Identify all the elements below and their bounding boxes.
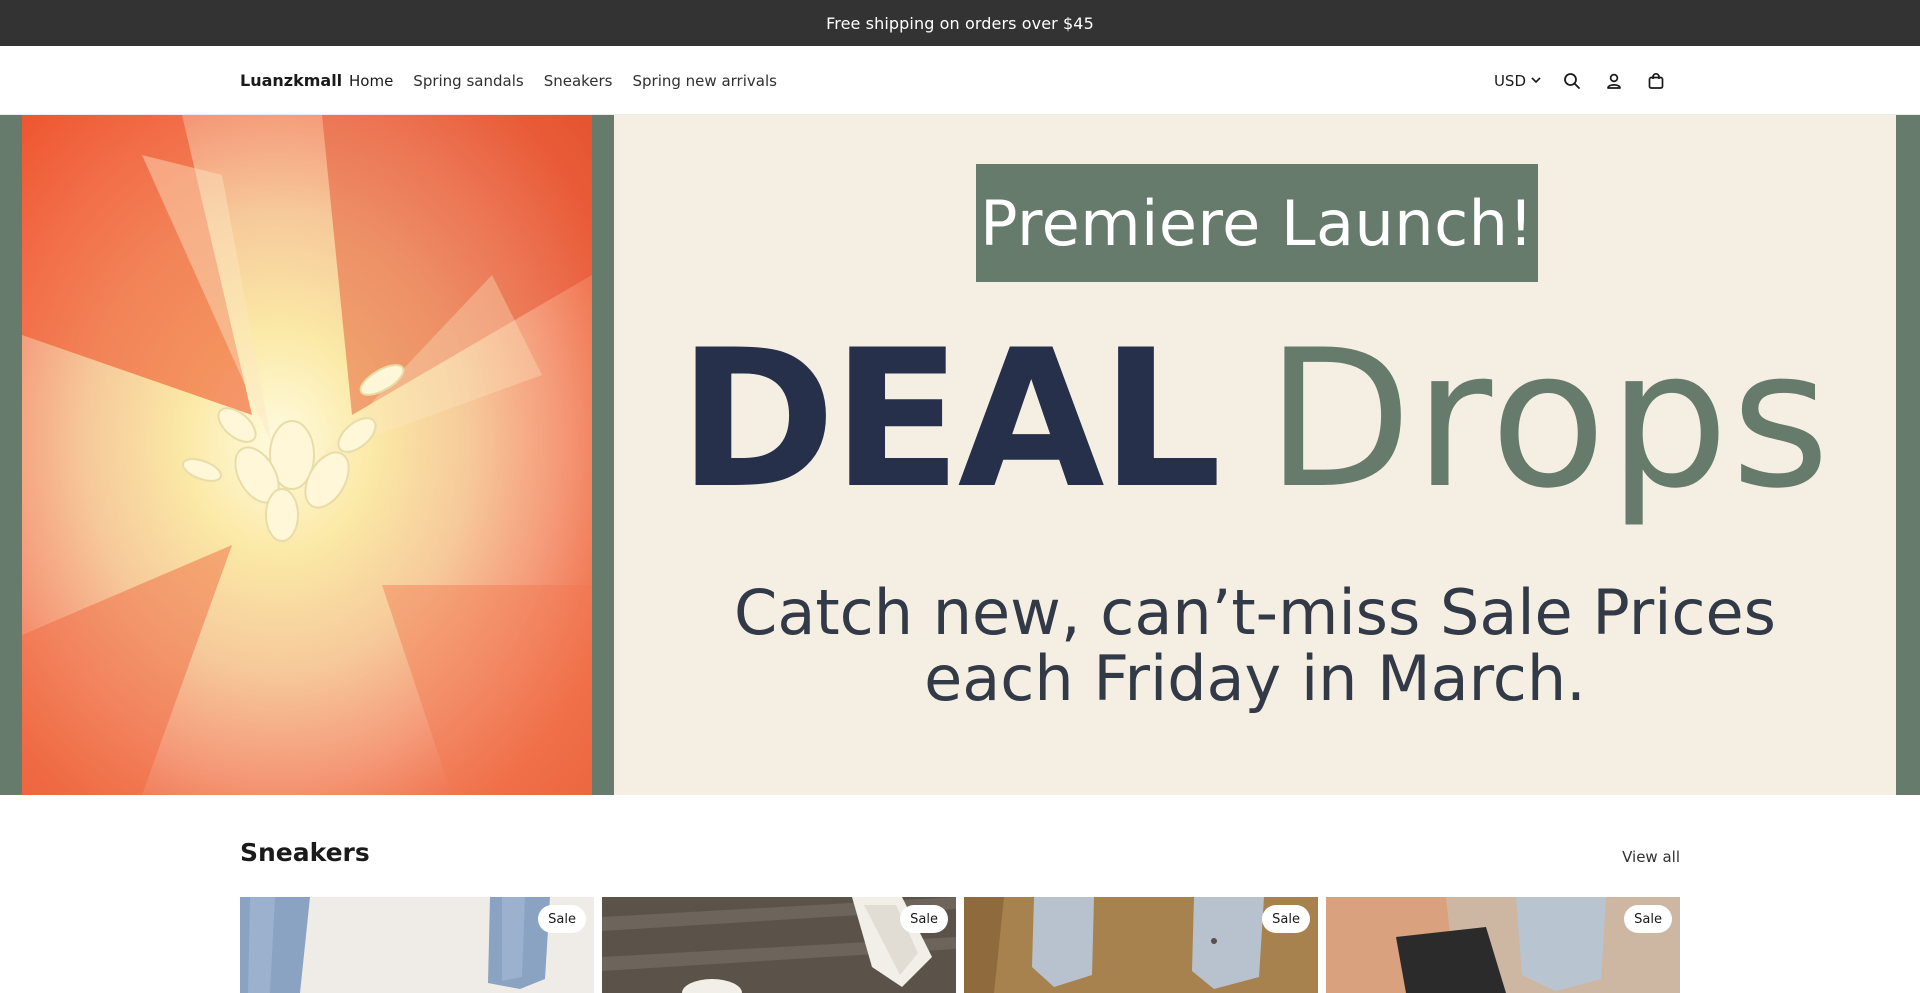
sale-badge: Sale: [538, 905, 586, 933]
header-actions: USD: [1494, 46, 1668, 115]
section-title: Sneakers: [240, 838, 370, 867]
premiere-badge: Premiere Launch!: [976, 164, 1538, 282]
view-all-link[interactable]: View all: [1622, 848, 1680, 866]
hero-headline: DEAL Drops: [614, 320, 1896, 520]
hero-subheadline: Catch new, can’t-miss Sale Prices each F…: [614, 580, 1896, 712]
announcement-bar: Free shipping on orders over $45: [0, 0, 1920, 46]
premiere-badge-text: Premiere Launch!: [980, 186, 1534, 260]
nav-sneakers[interactable]: Sneakers: [544, 72, 613, 90]
product-card[interactable]: Sale: [602, 897, 956, 993]
nav-spring-new-arrivals[interactable]: Spring new arrivals: [633, 72, 777, 90]
currency-label: USD: [1493, 71, 1526, 90]
headline-drops: Drops: [1265, 309, 1832, 530]
product-grid: Sale Sale Sale Sale: [240, 897, 1680, 993]
tulip-image: [22, 115, 592, 795]
product-card[interactable]: Sale: [240, 897, 594, 993]
product-card[interactable]: Sale: [964, 897, 1318, 993]
chevron-down-icon: [1530, 72, 1542, 90]
hero-subline-2: each Friday in March.: [924, 642, 1586, 715]
headline-deal: DEAL: [678, 309, 1222, 530]
cart-icon[interactable]: [1644, 69, 1668, 93]
store-logo[interactable]: Luanzkmall: [240, 46, 342, 115]
account-icon[interactable]: [1602, 69, 1626, 93]
site-header: Luanzkmall Home Spring sandals Sneakers …: [0, 46, 1920, 115]
hero-banner[interactable]: Premiere Launch! DEAL Drops Catch new, c…: [0, 115, 1920, 795]
main-nav: Home Spring sandals Sneakers Spring new …: [349, 46, 777, 115]
sale-badge: Sale: [1262, 905, 1310, 933]
sale-badge: Sale: [900, 905, 948, 933]
product-card[interactable]: Sale: [1326, 897, 1680, 993]
hero-subline-1: Catch new, can’t-miss Sale Prices: [734, 576, 1776, 649]
nav-home[interactable]: Home: [349, 72, 393, 90]
sale-badge: Sale: [1624, 905, 1672, 933]
nav-spring-sandals[interactable]: Spring sandals: [413, 72, 523, 90]
search-icon[interactable]: [1560, 69, 1584, 93]
announcement-text: Free shipping on orders over $45: [826, 13, 1094, 33]
currency-selector[interactable]: USD: [1494, 72, 1542, 90]
hero-text-panel: Premiere Launch! DEAL Drops Catch new, c…: [614, 115, 1896, 795]
